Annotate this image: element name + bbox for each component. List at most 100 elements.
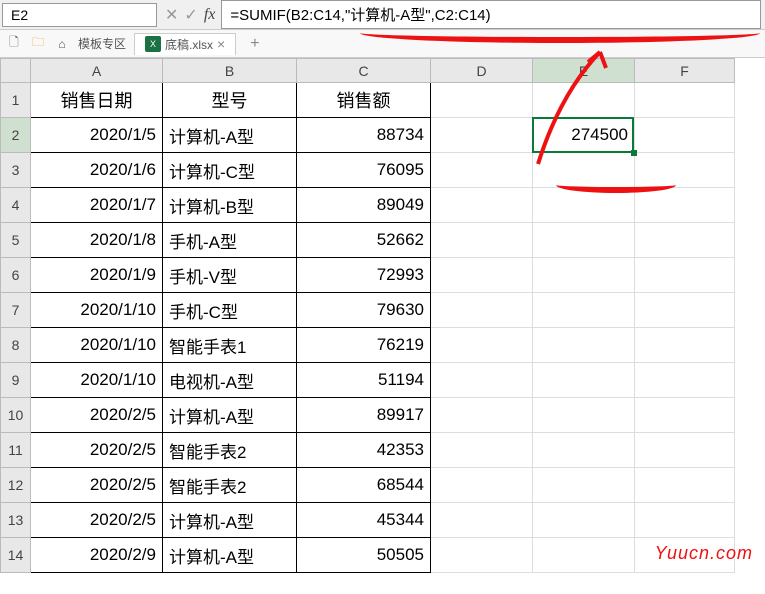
cell-B10[interactable]: 计算机-A型 — [163, 398, 297, 433]
cell-F4[interactable] — [635, 188, 735, 223]
col-header-E[interactable]: E — [533, 59, 635, 83]
header-date[interactable]: 销售日期 — [31, 83, 163, 118]
cell-C5[interactable]: 52662 — [297, 223, 431, 258]
cell-E9[interactable] — [533, 363, 635, 398]
cell-A2[interactable]: 2020/1/5 — [31, 118, 163, 153]
cell-C3[interactable]: 76095 — [297, 153, 431, 188]
row-header-6[interactable]: 6 — [1, 258, 31, 293]
cell-E2[interactable]: 274500 — [533, 118, 635, 153]
cell-B2[interactable]: 计算机-A型 — [163, 118, 297, 153]
cell-A5[interactable]: 2020/1/8 — [31, 223, 163, 258]
cell-B5[interactable]: 手机-A型 — [163, 223, 297, 258]
row-header-14[interactable]: 14 — [1, 538, 31, 573]
cell-C2[interactable]: 88734 — [297, 118, 431, 153]
file-icon[interactable]: 🗋 — [6, 36, 22, 52]
cell-D10[interactable] — [431, 398, 533, 433]
cell-D2[interactable] — [431, 118, 533, 153]
cell-D12[interactable] — [431, 468, 533, 503]
col-header-C[interactable]: C — [297, 59, 431, 83]
cell-D4[interactable] — [431, 188, 533, 223]
cell-B9[interactable]: 电视机-A型 — [163, 363, 297, 398]
cell-A3[interactable]: 2020/1/6 — [31, 153, 163, 188]
fx-icon[interactable]: fx — [204, 6, 216, 24]
cell-C6[interactable]: 72993 — [297, 258, 431, 293]
cell-E12[interactable] — [533, 468, 635, 503]
cell-E10[interactable] — [533, 398, 635, 433]
cell-C9[interactable]: 51194 — [297, 363, 431, 398]
cell-E5[interactable] — [533, 223, 635, 258]
cell-F8[interactable] — [635, 328, 735, 363]
cell-C12[interactable]: 68544 — [297, 468, 431, 503]
cell-B14[interactable]: 计算机-A型 — [163, 538, 297, 573]
cell-B6[interactable]: 手机-V型 — [163, 258, 297, 293]
cell-E8[interactable] — [533, 328, 635, 363]
cell-F2[interactable] — [635, 118, 735, 153]
cell-D13[interactable] — [431, 503, 533, 538]
cell-A13[interactable]: 2020/2/5 — [31, 503, 163, 538]
cell-D7[interactable] — [431, 293, 533, 328]
cell-A12[interactable]: 2020/2/5 — [31, 468, 163, 503]
row-header-1[interactable]: 1 — [1, 83, 31, 118]
template-area-link[interactable]: 模板专区 — [78, 35, 126, 52]
col-header-D[interactable]: D — [431, 59, 533, 83]
cell-A11[interactable]: 2020/2/5 — [31, 433, 163, 468]
row-header-8[interactable]: 8 — [1, 328, 31, 363]
row-header-2[interactable]: 2 — [1, 118, 31, 153]
cell-F1[interactable] — [635, 83, 735, 118]
header-model[interactable]: 型号 — [163, 83, 297, 118]
cell-E7[interactable] — [533, 293, 635, 328]
cell-F9[interactable] — [635, 363, 735, 398]
cell-F5[interactable] — [635, 223, 735, 258]
workbook-tab[interactable]: X 底稿.xlsx × — [134, 33, 236, 55]
cell-D5[interactable] — [431, 223, 533, 258]
select-all-corner[interactable] — [1, 59, 31, 83]
cell-C8[interactable]: 76219 — [297, 328, 431, 363]
cell-E13[interactable] — [533, 503, 635, 538]
cell-E3[interactable] — [533, 153, 635, 188]
confirm-icon[interactable]: ✓ — [184, 5, 197, 25]
cell-B3[interactable]: 计算机-C型 — [163, 153, 297, 188]
col-header-B[interactable]: B — [163, 59, 297, 83]
cell-D8[interactable] — [431, 328, 533, 363]
row-header-5[interactable]: 5 — [1, 223, 31, 258]
cell-B13[interactable]: 计算机-A型 — [163, 503, 297, 538]
cell-D1[interactable] — [431, 83, 533, 118]
cell-F11[interactable] — [635, 433, 735, 468]
cell-D3[interactable] — [431, 153, 533, 188]
cell-C13[interactable]: 45344 — [297, 503, 431, 538]
cell-E4[interactable] — [533, 188, 635, 223]
cell-F13[interactable] — [635, 503, 735, 538]
cell-A10[interactable]: 2020/2/5 — [31, 398, 163, 433]
col-header-F[interactable]: F — [635, 59, 735, 83]
cell-C4[interactable]: 89049 — [297, 188, 431, 223]
cell-D14[interactable] — [431, 538, 533, 573]
cancel-icon[interactable]: ✕ — [165, 5, 178, 25]
cell-F6[interactable] — [635, 258, 735, 293]
cell-A6[interactable]: 2020/1/9 — [31, 258, 163, 293]
cell-F10[interactable] — [635, 398, 735, 433]
fill-handle[interactable] — [631, 150, 637, 156]
header-sales[interactable]: 销售额 — [297, 83, 431, 118]
cell-C14[interactable]: 50505 — [297, 538, 431, 573]
cell-F12[interactable] — [635, 468, 735, 503]
row-header-10[interactable]: 10 — [1, 398, 31, 433]
cell-B4[interactable]: 计算机-B型 — [163, 188, 297, 223]
home-icon[interactable]: ⌂ — [54, 36, 70, 52]
row-header-4[interactable]: 4 — [1, 188, 31, 223]
cell-D6[interactable] — [431, 258, 533, 293]
name-box[interactable]: E2 — [2, 3, 157, 27]
row-header-13[interactable]: 13 — [1, 503, 31, 538]
cell-E14[interactable] — [533, 538, 635, 573]
cell-C7[interactable]: 79630 — [297, 293, 431, 328]
row-header-7[interactable]: 7 — [1, 293, 31, 328]
cell-B8[interactable]: 智能手表1 — [163, 328, 297, 363]
cell-E1[interactable] — [533, 83, 635, 118]
cell-F3[interactable] — [635, 153, 735, 188]
close-tab-icon[interactable]: × — [217, 36, 225, 52]
cell-F7[interactable] — [635, 293, 735, 328]
cell-A7[interactable]: 2020/1/10 — [31, 293, 163, 328]
cell-E11[interactable] — [533, 433, 635, 468]
row-header-9[interactable]: 9 — [1, 363, 31, 398]
cell-A4[interactable]: 2020/1/7 — [31, 188, 163, 223]
folder-icon[interactable]: 🗀 — [30, 36, 46, 52]
